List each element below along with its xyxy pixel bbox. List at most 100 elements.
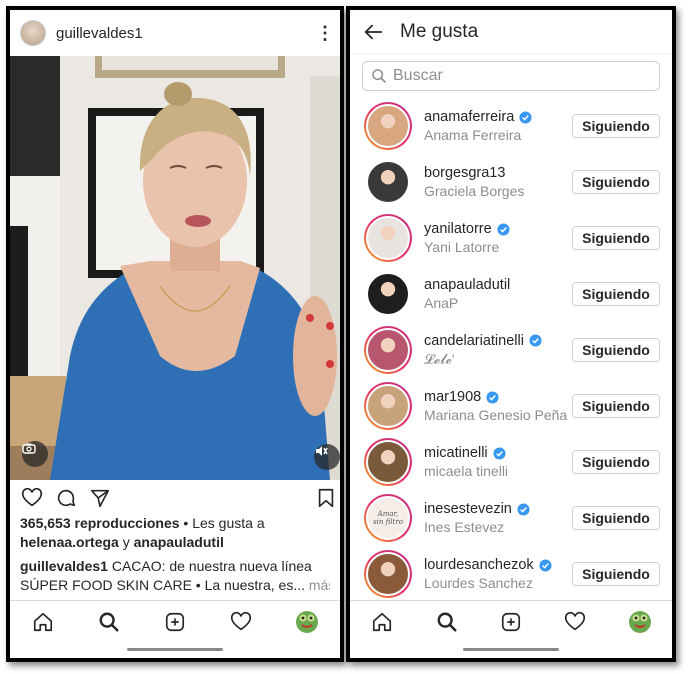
following-button[interactable]: Siguiendo xyxy=(572,450,660,474)
post-details: 365,653 reproducciones • Les gusta a hel… xyxy=(10,514,340,595)
username[interactable]: lourdesanchezok xyxy=(424,557,534,573)
add-post-icon[interactable] xyxy=(163,610,187,634)
like-row[interactable]: micatinelli micaela tinelli Siguiendo xyxy=(350,434,672,490)
heart-icon[interactable] xyxy=(20,487,44,509)
user-avatar[interactable] xyxy=(364,326,412,374)
caption-more-link[interactable]: más xyxy=(309,577,330,593)
username[interactable]: micatinelli xyxy=(424,445,488,461)
like-row[interactable]: yanilatorre Yani Latorre Siguiendo xyxy=(350,210,672,266)
like-row[interactable]: mar1908 Mariana Genesio Peña Siguiendo xyxy=(350,378,672,434)
full-name: micaela tinelli xyxy=(424,463,509,479)
post-video[interactable] xyxy=(10,56,340,480)
post-header: guillevaldes1 ⋮ xyxy=(10,10,340,56)
user-avatar[interactable] xyxy=(364,270,412,318)
following-button[interactable]: Siguiendo xyxy=(572,114,660,138)
liked-by-conjunction: y xyxy=(122,534,130,550)
full-name: Anama Ferreira xyxy=(424,127,522,143)
post-author-username[interactable]: guillevaldes1 xyxy=(56,25,143,42)
search-icon[interactable] xyxy=(97,610,121,634)
views-count[interactable]: 365,653 reproducciones xyxy=(20,515,180,531)
following-button[interactable]: Siguiendo xyxy=(572,226,660,250)
more-options-icon[interactable]: ⋮ xyxy=(316,24,334,42)
caption-line-2: SÚPER FOOD SKIN CARE • La nuestra, es...… xyxy=(20,576,330,595)
liked-by-user-1[interactable]: helenaa.ortega xyxy=(20,534,119,550)
username-line: inesestevezin xyxy=(424,501,572,517)
user-info: borgesgra13 Graciela Borges xyxy=(424,165,572,199)
full-name: Yani Latorre xyxy=(424,239,500,255)
following-button[interactable]: Siguiendo xyxy=(572,338,660,362)
username-line: anapauladutil xyxy=(424,277,572,293)
username-line: micatinelli xyxy=(424,445,572,461)
post-actions-bar xyxy=(10,480,340,514)
search-icon[interactable] xyxy=(435,610,459,634)
username[interactable]: anamaferreira xyxy=(424,109,514,125)
camera-icon[interactable] xyxy=(22,441,48,467)
search-box[interactable] xyxy=(362,61,660,91)
video-frame-illustration xyxy=(10,56,340,480)
username[interactable]: yanilatorre xyxy=(424,221,492,237)
username-line: candelariatinelli xyxy=(424,333,572,349)
verified-badge-icon xyxy=(493,446,506,460)
following-button[interactable]: Siguiendo xyxy=(572,394,660,418)
bottom-navigation xyxy=(350,600,672,642)
user-info: yanilatorre Yani Latorre xyxy=(424,221,572,255)
back-arrow-icon[interactable] xyxy=(362,21,384,43)
user-avatar[interactable] xyxy=(364,382,412,430)
like-row[interactable]: anamaferreira Anama Ferreira Siguiendo xyxy=(350,98,672,154)
like-row[interactable]: borgesgra13 Graciela Borges Siguiendo xyxy=(350,154,672,210)
like-row[interactable]: anapauladutil AnaP Siguiendo xyxy=(350,266,672,322)
activity-heart-icon[interactable] xyxy=(229,610,253,634)
mute-icon[interactable] xyxy=(314,444,340,470)
username-line: anamaferreira xyxy=(424,109,572,125)
username-line: yanilatorre xyxy=(424,221,572,237)
username[interactable]: anapauladutil xyxy=(424,277,510,293)
user-avatar[interactable] xyxy=(364,102,412,150)
like-row[interactable]: lourdesanchezok Lourdes Sanchez Siguiendo xyxy=(350,546,672,602)
views-line: 365,653 reproducciones • Les gusta a xyxy=(20,514,330,533)
user-avatar[interactable] xyxy=(364,550,412,598)
following-button[interactable]: Siguiendo xyxy=(572,562,660,586)
user-info: anamaferreira Anama Ferreira xyxy=(424,109,572,143)
profile-avatar[interactable] xyxy=(628,610,652,634)
search-area xyxy=(350,54,672,98)
home-icon[interactable] xyxy=(31,610,55,634)
username[interactable]: mar1908 xyxy=(424,389,481,405)
verified-badge-icon xyxy=(486,390,499,404)
verified-badge-icon xyxy=(517,502,530,516)
user-avatar[interactable] xyxy=(364,438,412,486)
following-button[interactable]: Siguiendo xyxy=(572,282,660,306)
bookmark-icon[interactable] xyxy=(314,487,338,509)
search-icon xyxy=(372,69,386,83)
username-line: lourdesanchezok xyxy=(424,557,572,573)
post-author-avatar[interactable] xyxy=(20,20,46,46)
username[interactable]: candelariatinelli xyxy=(424,333,524,349)
username-line: borgesgra13 xyxy=(424,165,572,181)
caption-text-1: CACAO: de nuestra nueva línea xyxy=(111,558,312,574)
liked-by-user-2[interactable]: anapauladutil xyxy=(134,534,224,550)
user-info: mar1908 Mariana Genesio Peña xyxy=(424,389,572,423)
comment-icon[interactable] xyxy=(54,487,78,509)
user-avatar[interactable] xyxy=(364,158,412,206)
page-title: Me gusta xyxy=(400,20,479,42)
full-name: 𝓛𝓮𝓵𝓮' xyxy=(424,350,455,367)
like-row[interactable]: candelariatinelli 𝓛𝓮𝓵𝓮' Siguiendo xyxy=(350,322,672,378)
following-button[interactable]: Siguiendo xyxy=(572,506,660,530)
username[interactable]: inesestevezin xyxy=(424,501,512,517)
search-input[interactable] xyxy=(393,67,633,85)
bottom-navigation xyxy=(10,600,340,642)
full-name: Mariana Genesio Peña xyxy=(424,407,568,423)
share-icon[interactable] xyxy=(88,487,112,509)
liked-by-line: helenaa.ortega y anapauladutil xyxy=(20,533,330,552)
home-icon[interactable] xyxy=(370,610,394,634)
verified-badge-icon xyxy=(529,334,542,347)
like-row[interactable]: Amar, sin filtro inesestevezin Ines Esteve… xyxy=(350,490,672,546)
username[interactable]: borgesgra13 xyxy=(424,165,505,181)
activity-heart-icon[interactable] xyxy=(563,610,587,634)
profile-avatar[interactable] xyxy=(295,610,319,634)
add-post-icon[interactable] xyxy=(499,610,523,634)
caption-author[interactable]: guillevaldes1 xyxy=(20,558,108,574)
following-button[interactable]: Siguiendo xyxy=(572,170,660,194)
user-avatar[interactable] xyxy=(364,214,412,262)
user-avatar[interactable]: Amar, sin filtro xyxy=(364,494,412,542)
likes-header: Me gusta xyxy=(350,10,672,54)
